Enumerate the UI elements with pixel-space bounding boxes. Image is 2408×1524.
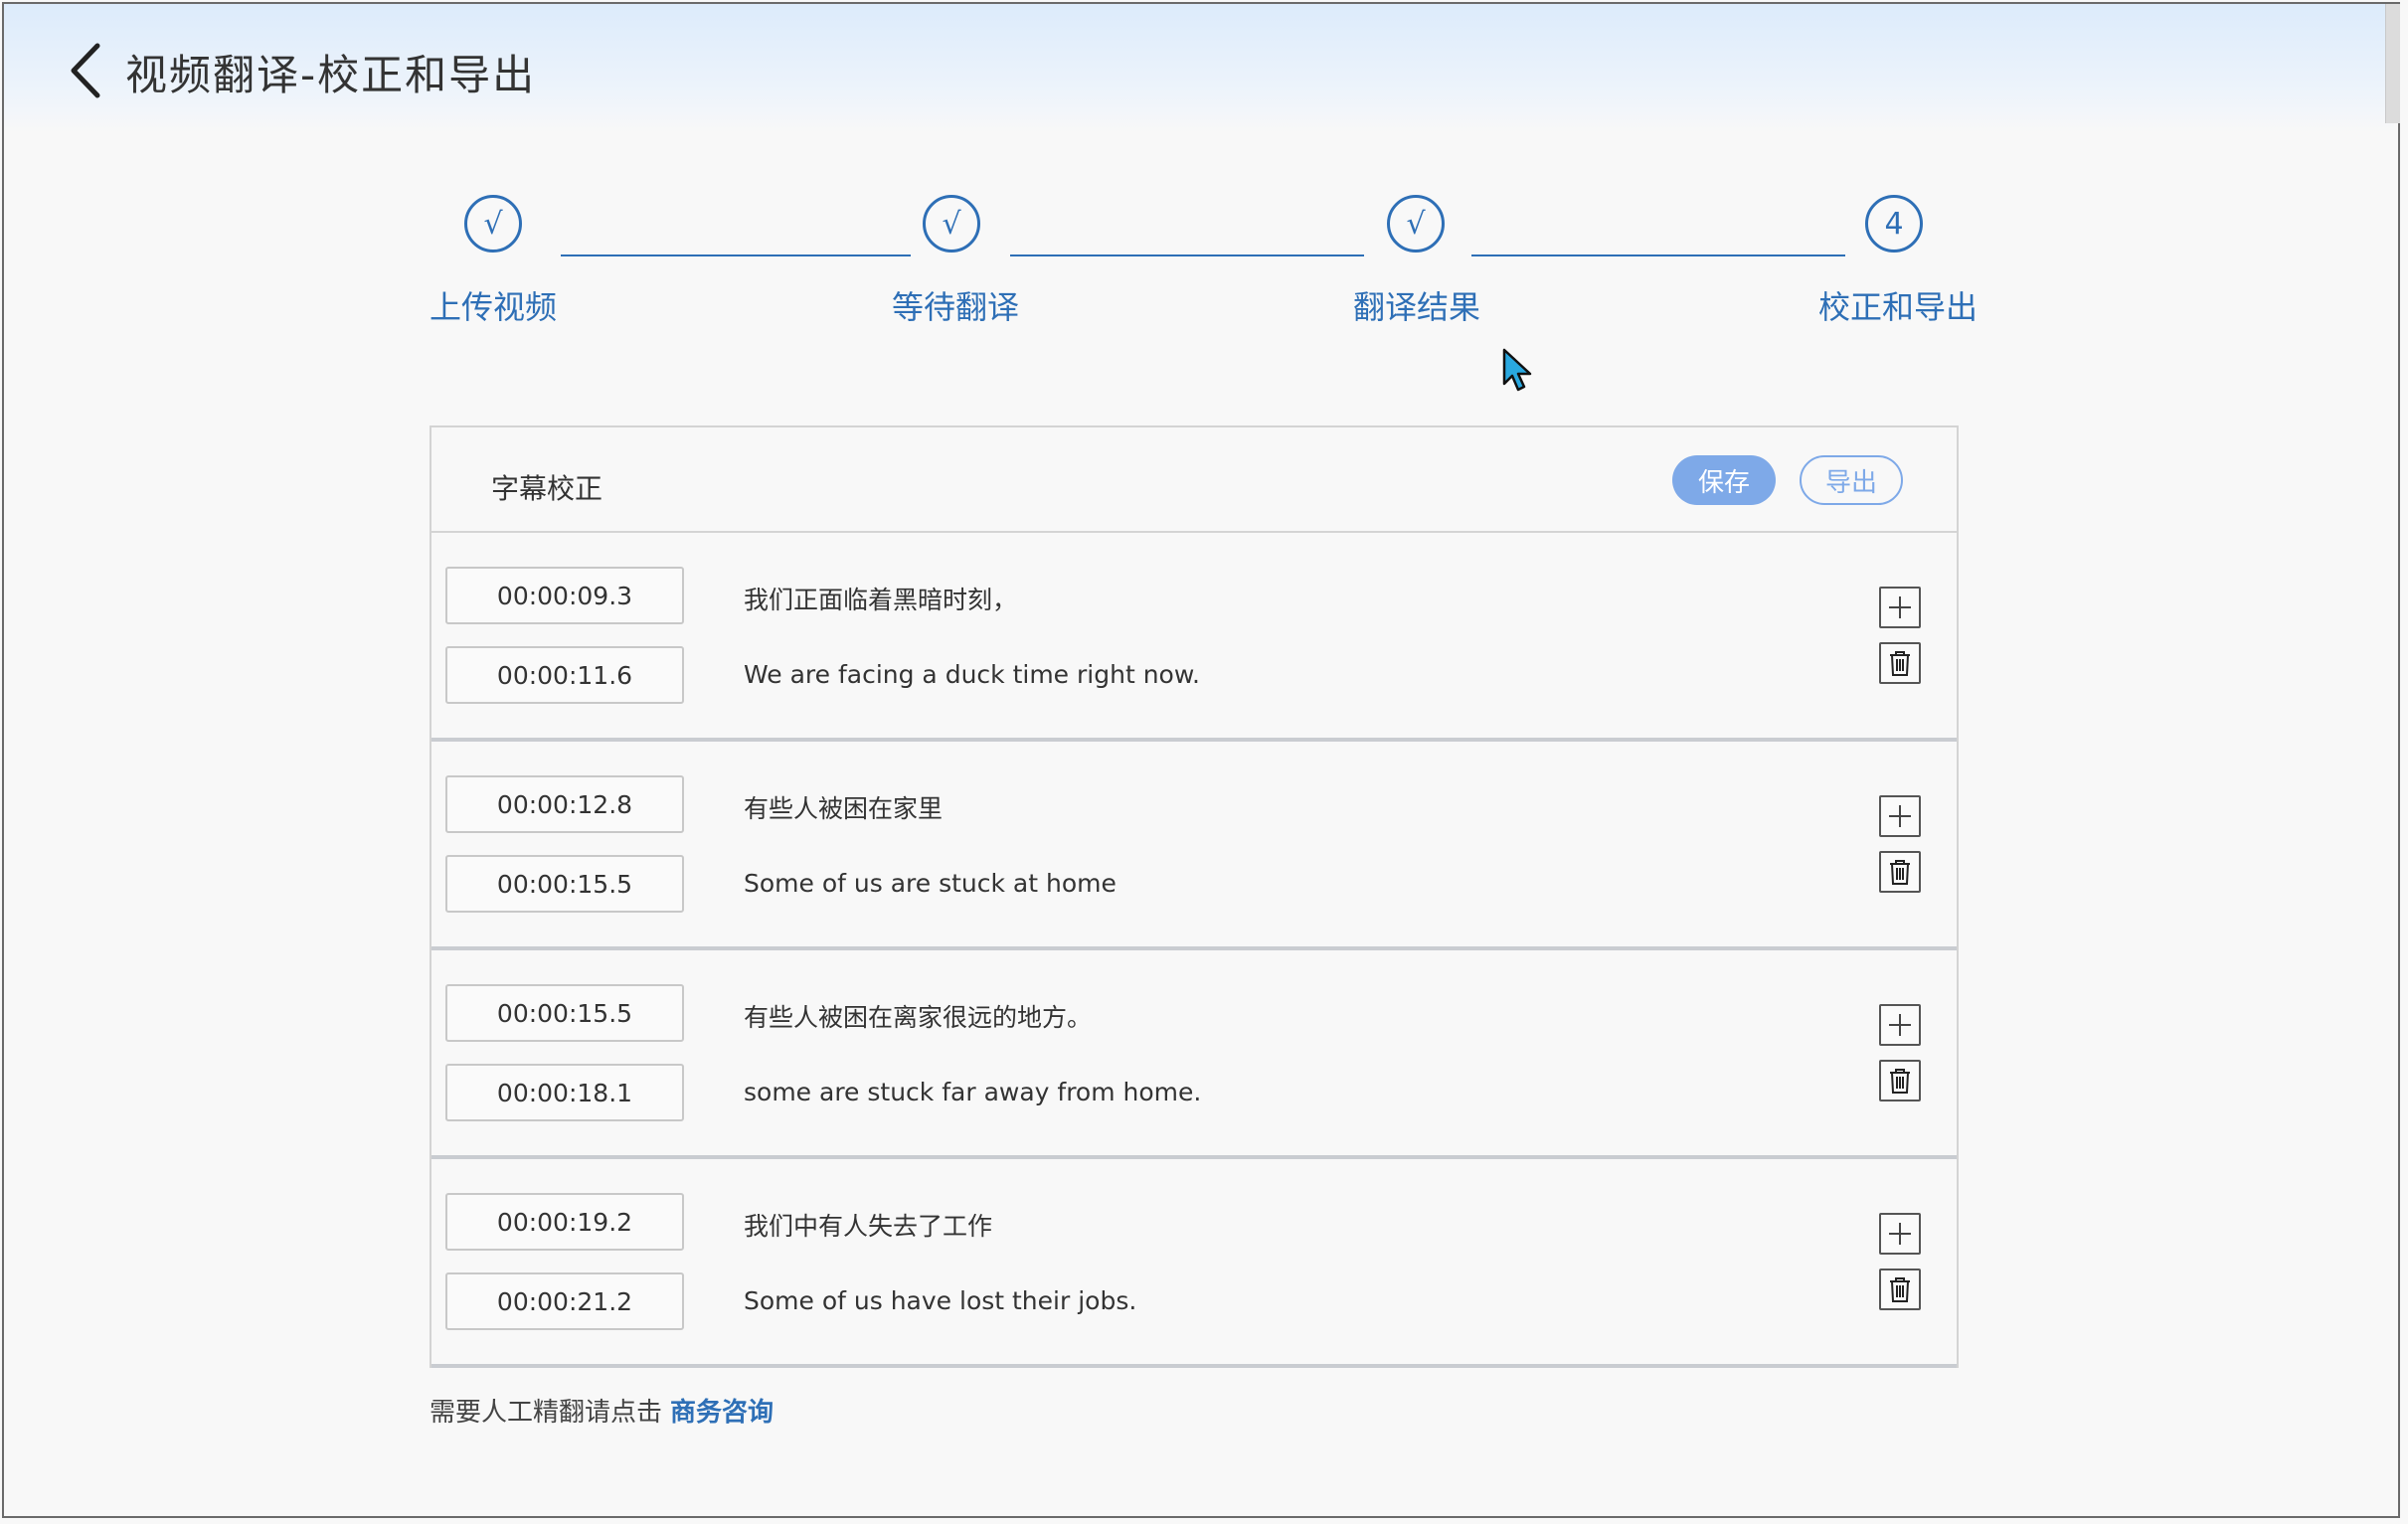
page-title: 视频翻译-校正和导出 <box>125 51 537 99</box>
panel-title: 字幕校正 <box>491 472 603 505</box>
back-arrow-icon[interactable] <box>64 40 107 101</box>
step-connector <box>1471 254 1845 256</box>
source-text[interactable]: 我们中有人失去了工作 <box>744 1207 992 1243</box>
translation-text[interactable]: Some of us are stuck at home <box>744 869 1117 898</box>
start-time-input[interactable]: 00:00:12.8 <box>445 775 684 833</box>
add-row-button[interactable] <box>1879 1004 1921 1046</box>
step-2-done-icon: √ <box>923 195 980 253</box>
subtitle-row: 00:00:09.3 00:00:11.6 我们正面临着黑暗时刻， We are… <box>431 533 1957 742</box>
add-row-button[interactable] <box>1879 1213 1921 1255</box>
step-4-current-icon: 4 <box>1865 195 1923 253</box>
subtitle-row: 00:00:12.8 00:00:15.5 有些人被困在家里 Some of u… <box>431 742 1957 950</box>
translation-text[interactable]: Some of us have lost their jobs. <box>744 1286 1136 1315</box>
start-time-input[interactable]: 00:00:09.3 <box>445 567 684 624</box>
step-1-label: 上传视频 <box>430 288 558 326</box>
translation-text[interactable]: some are stuck far away from home. <box>744 1078 1201 1106</box>
step-3-done-icon: √ <box>1387 195 1445 253</box>
step-1-done-icon: √ <box>464 195 522 253</box>
end-time-input[interactable]: 00:00:21.2 <box>445 1272 684 1330</box>
trash-icon <box>1890 651 1910 676</box>
step-2-label: 等待翻译 <box>892 288 1020 326</box>
plus-icon <box>1889 596 1911 618</box>
mouse-cursor-icon <box>1501 348 1535 394</box>
export-button[interactable]: 导出 <box>1800 455 1903 505</box>
delete-row-button[interactable] <box>1879 1269 1921 1310</box>
trash-icon <box>1890 1069 1910 1094</box>
end-time-input[interactable]: 00:00:11.6 <box>445 646 684 704</box>
add-row-button[interactable] <box>1879 587 1921 628</box>
end-time-input[interactable]: 00:00:18.1 <box>445 1064 684 1121</box>
source-text[interactable]: 有些人被困在家里 <box>744 789 943 825</box>
step-3-label: 翻译结果 <box>1353 288 1481 326</box>
step-connector <box>1010 254 1364 256</box>
save-button[interactable]: 保存 <box>1672 455 1776 505</box>
add-row-button[interactable] <box>1879 795 1921 837</box>
source-text[interactable]: 我们正面临着黑暗时刻， <box>744 581 1017 616</box>
footer-note-text: 需要人工精翻请点击 <box>430 1398 663 1428</box>
plus-icon <box>1889 805 1911 827</box>
subtitle-row: 00:00:15.5 00:00:18.1 有些人被困在离家很远的地方。 som… <box>431 950 1957 1159</box>
page-header: 视频翻译-校正和导出 <box>4 4 2394 133</box>
source-text[interactable]: 有些人被困在离家很远的地方。 <box>744 998 1092 1034</box>
subtitle-correction-panel: 字幕校正 保存 导出 00:00:09.3 00:00:11.6 我们正面临着黑… <box>430 425 1959 1368</box>
translation-text[interactable]: We are facing a duck time right now. <box>744 660 1200 689</box>
end-time-input[interactable]: 00:00:15.5 <box>445 855 684 913</box>
trash-icon <box>1890 860 1910 885</box>
footer-note: 需要人工精翻请点击 商务咨询 <box>430 1392 774 1429</box>
plus-icon <box>1889 1223 1911 1245</box>
subtitle-row: 00:00:19.2 00:00:21.2 我们中有人失去了工作 Some of… <box>431 1159 1957 1368</box>
subtitle-list: 00:00:09.3 00:00:11.6 我们正面临着黑暗时刻， We are… <box>431 533 1957 1368</box>
delete-row-button[interactable] <box>1879 642 1921 684</box>
start-time-input[interactable]: 00:00:19.2 <box>445 1193 684 1251</box>
start-time-input[interactable]: 00:00:15.5 <box>445 984 684 1042</box>
delete-row-button[interactable] <box>1879 1060 1921 1101</box>
panel-header: 字幕校正 保存 导出 <box>431 427 1957 533</box>
business-consult-link[interactable]: 商务咨询 <box>670 1398 774 1428</box>
trash-icon <box>1890 1277 1910 1302</box>
plus-icon <box>1889 1014 1911 1036</box>
step-4-label: 校正和导出 <box>1818 288 1978 326</box>
step-connector <box>561 254 911 256</box>
delete-row-button[interactable] <box>1879 851 1921 893</box>
scrollbar[interactable] <box>2385 4 2400 123</box>
